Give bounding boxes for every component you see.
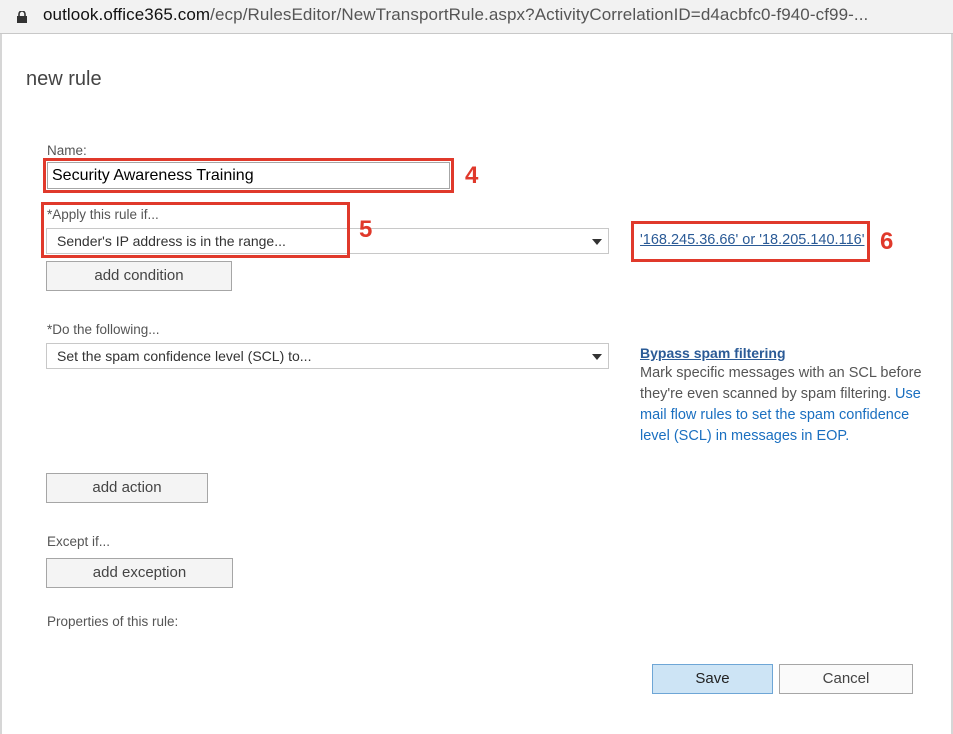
url-path: /ecp/RulesEditor/NewTransportRule.aspx?A…	[210, 5, 869, 24]
dialog-title: new rule	[26, 68, 102, 90]
add-exception-button[interactable]: add exception	[46, 558, 233, 588]
callout-number-4: 4	[465, 162, 479, 189]
chevron-down-icon	[592, 354, 602, 360]
bypass-spam-filtering-link[interactable]: Bypass spam filtering	[640, 345, 786, 361]
do-following-value: Set the spam confidence level (SCL) to..…	[57, 348, 312, 364]
save-button[interactable]: Save	[652, 664, 773, 694]
except-if-label: Except if...	[47, 534, 111, 549]
callout-number-6: 6	[880, 228, 894, 255]
add-condition-button[interactable]: add condition	[46, 261, 232, 291]
do-following-label: *Do the following...	[47, 322, 160, 337]
callout-box-6	[631, 221, 870, 262]
chevron-down-icon	[592, 239, 602, 245]
name-label: Name:	[47, 143, 87, 158]
callout-box-4	[43, 158, 454, 193]
browser-address-bar[interactable]: outlook.office365.com/ecp/RulesEditor/Ne…	[0, 0, 953, 34]
do-following-select[interactable]: Set the spam confidence level (SCL) to..…	[46, 343, 609, 369]
callout-number-5: 5	[359, 216, 373, 243]
properties-label: Properties of this rule:	[47, 614, 179, 629]
callout-box-5	[41, 202, 350, 258]
help-text: Mark specific messages with an SCL befor…	[640, 363, 930, 447]
url-domain: outlook.office365.com	[43, 5, 211, 24]
add-action-button[interactable]: add action	[46, 473, 208, 503]
lock-icon	[17, 11, 27, 23]
window-left-edge	[0, 34, 2, 734]
help-description: Mark specific messages with an SCL befor…	[640, 365, 922, 402]
cancel-button[interactable]: Cancel	[779, 664, 913, 694]
browser-url[interactable]: outlook.office365.com/ecp/RulesEditor/Ne…	[43, 5, 868, 25]
